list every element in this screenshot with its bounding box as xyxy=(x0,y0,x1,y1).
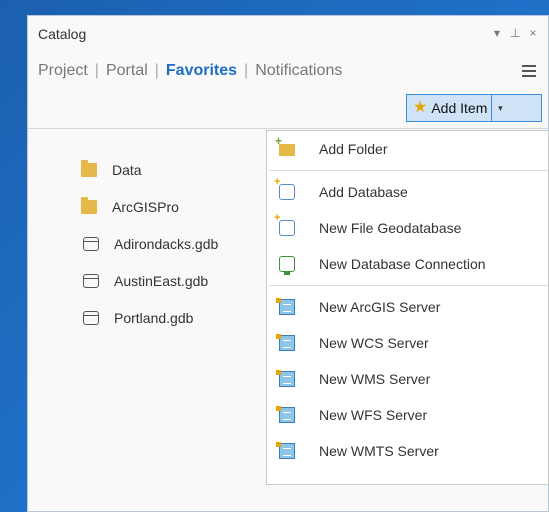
close-icon[interactable]: × xyxy=(528,26,538,40)
add-item-label: Add Item xyxy=(431,100,488,116)
add-database-icon xyxy=(274,176,295,200)
database-connection-icon xyxy=(279,256,295,275)
server-icon xyxy=(276,298,295,315)
toolbar-divider xyxy=(28,128,548,129)
menu-separator xyxy=(269,170,548,171)
geodatabase-icon xyxy=(83,236,99,251)
folder-icon xyxy=(81,159,97,177)
menu-item-label: Add Folder xyxy=(319,141,388,157)
tab-portal[interactable]: Portal xyxy=(106,62,148,80)
add-folder-icon xyxy=(275,134,295,156)
folder-icon xyxy=(81,196,97,214)
menu-item-new-database-connection[interactable]: New Database Connection xyxy=(267,246,548,282)
tab-notifications[interactable]: Notifications xyxy=(255,62,342,80)
menu-item-new-file-geodatabase[interactable]: New File Geodatabase xyxy=(267,210,548,246)
tab-project[interactable]: Project xyxy=(38,62,88,80)
list-item[interactable]: Adirondacks.gdb xyxy=(81,225,218,262)
catalog-tabs: Project | Portal | Favorites | Notificat… xyxy=(38,62,342,80)
server-icon xyxy=(276,442,295,459)
pane-controls: ▾ ⊥ × xyxy=(492,26,538,40)
menu-item-label: New Database Connection xyxy=(319,256,486,272)
menu-item-label: New WCS Server xyxy=(319,335,429,351)
pane-menu-dropdown-icon[interactable]: ▾ xyxy=(492,26,502,40)
server-icon xyxy=(276,334,295,351)
tab-separator: | xyxy=(154,62,159,79)
menu-item-label: New WMS Server xyxy=(319,371,431,387)
menu-separator xyxy=(269,285,548,286)
geodatabase-icon xyxy=(83,310,99,325)
tab-favorites[interactable]: Favorites xyxy=(166,62,237,80)
list-item-label: Portland.gdb xyxy=(114,309,194,326)
menu-item-new-wcs-server[interactable]: New WCS Server xyxy=(267,325,548,361)
server-icon xyxy=(276,370,295,387)
tab-separator: | xyxy=(244,62,249,79)
menu-item-label: New File Geodatabase xyxy=(319,220,462,236)
hamburger-menu-icon[interactable] xyxy=(522,65,536,80)
list-item-label: Data xyxy=(112,161,142,178)
list-item-label: AustinEast.gdb xyxy=(114,272,209,289)
add-item-button[interactable]: ★ Add Item xyxy=(407,95,493,121)
menu-item-add-folder[interactable]: Add Folder xyxy=(267,131,548,167)
pane-title: Catalog xyxy=(38,26,87,42)
list-item[interactable]: ArcGISPro xyxy=(81,188,218,225)
menu-item-new-wfs-server[interactable]: New WFS Server xyxy=(267,397,548,433)
list-item-label: Adirondacks.gdb xyxy=(114,235,219,252)
new-geodatabase-icon xyxy=(274,212,295,236)
star-icon: ★ xyxy=(413,99,428,116)
menu-item-new-wmts-server[interactable]: New WMTS Server xyxy=(267,433,548,469)
menu-item-label: New WMTS Server xyxy=(319,443,439,459)
menu-item-add-database[interactable]: Add Database xyxy=(267,174,548,210)
list-item[interactable]: Portland.gdb xyxy=(81,299,218,336)
tab-separator: | xyxy=(94,62,99,79)
list-item[interactable]: Data xyxy=(81,151,218,188)
add-item-dropdown-menu: Add Folder Add Database New File Geodata… xyxy=(266,130,549,485)
add-item-split-button: ★ Add Item ▾ xyxy=(406,94,542,122)
list-item-label: ArcGISPro xyxy=(112,198,179,215)
menu-item-new-arcgis-server[interactable]: New ArcGIS Server xyxy=(267,289,548,325)
add-item-dropdown-arrow[interactable]: ▾ xyxy=(492,103,508,114)
menu-item-label: New ArcGIS Server xyxy=(319,299,441,315)
menu-item-new-wms-server[interactable]: New WMS Server xyxy=(267,361,548,397)
menu-item-label: Add Database xyxy=(319,184,408,200)
pin-icon[interactable]: ⊥ xyxy=(510,26,520,40)
favorites-list: Data ArcGISPro Adirondacks.gdb AustinEas… xyxy=(81,151,218,336)
server-icon xyxy=(276,406,295,423)
list-item[interactable]: AustinEast.gdb xyxy=(81,262,218,299)
geodatabase-icon xyxy=(83,273,99,288)
menu-item-label: New WFS Server xyxy=(319,407,428,423)
pane-titlebar: Catalog ▾ ⊥ × xyxy=(38,26,538,44)
